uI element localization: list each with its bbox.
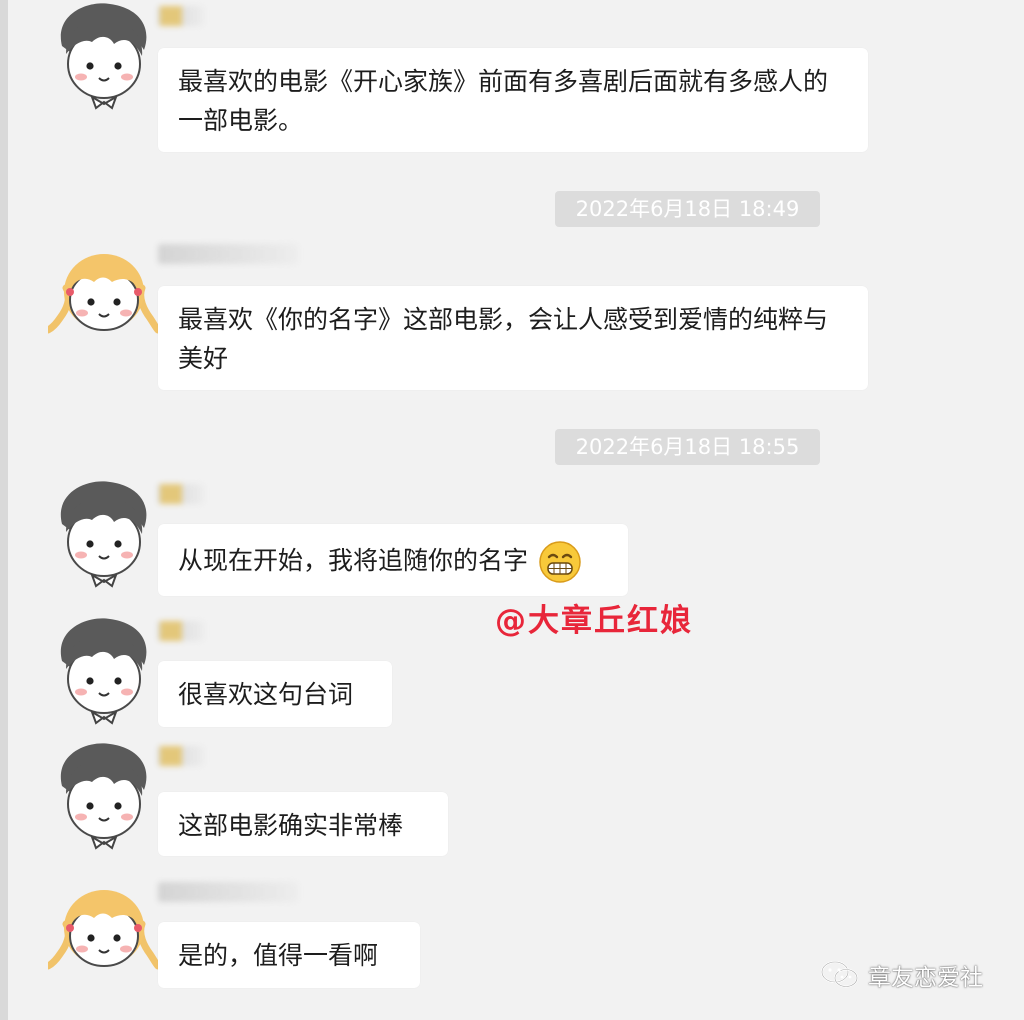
message-bubble[interactable]: 这部电影确实非常棒 — [158, 792, 448, 856]
boy-avatar-icon[interactable] — [48, 615, 158, 725]
message-bubble[interactable]: 最喜欢的电影《开心家族》前面有多喜剧后面就有多感人的一部电影。 — [158, 48, 868, 152]
message-bubble[interactable]: 很喜欢这句台词 — [158, 661, 392, 727]
sender-name-blurred — [158, 6, 204, 26]
message-bubble[interactable]: 从现在开始，我将追随你的名字 — [158, 524, 628, 596]
girl-avatar-icon[interactable] — [48, 868, 158, 978]
brand-name: 章友恋爱社 — [868, 965, 983, 991]
message-bubble[interactable]: 是的，值得一看啊 — [158, 922, 420, 988]
sender-name-blurred — [158, 746, 204, 766]
message-bubble[interactable]: 最喜欢《你的名字》这部电影，会让人感受到爱情的纯粹与美好 — [158, 286, 868, 390]
message-text: 从现在开始，我将追随你的名字 — [178, 546, 529, 575]
wechat-logo-icon — [821, 961, 858, 988]
grin-emoji-icon — [539, 541, 581, 583]
timestamp: 2022年6月18日 18:49 — [555, 191, 820, 227]
left-edge-strip — [0, 0, 8, 1020]
timestamp: 2022年6月18日 18:55 — [555, 429, 820, 465]
sender-name-blurred — [158, 621, 204, 641]
brand-watermark: 章友恋爱社 — [820, 958, 983, 992]
sender-name-blurred — [158, 244, 298, 264]
boy-avatar-icon[interactable] — [48, 478, 158, 588]
red-watermark: @大章丘红娘 — [495, 603, 693, 639]
sender-name-blurred — [158, 882, 298, 902]
boy-avatar-icon[interactable] — [48, 0, 158, 110]
sender-name-blurred — [158, 484, 204, 504]
boy-avatar-icon[interactable] — [48, 740, 158, 850]
girl-avatar-icon[interactable] — [48, 232, 158, 342]
